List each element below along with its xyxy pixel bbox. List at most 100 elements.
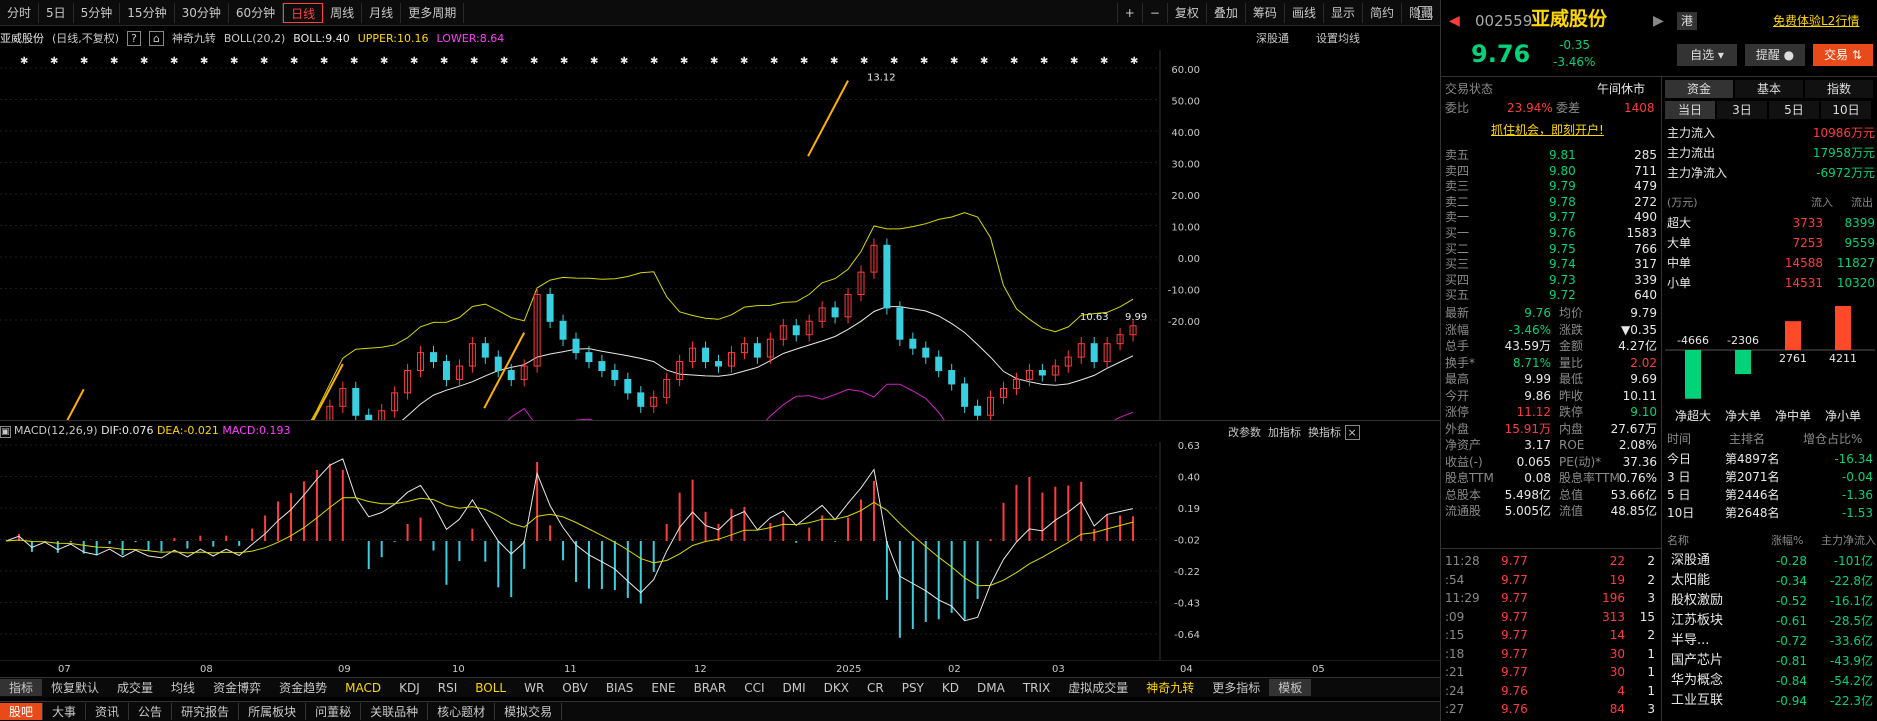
sector-name[interactable]: 半导...: [1671, 632, 1709, 650]
tool-button-5[interactable]: 画线: [1283, 3, 1323, 23]
alert-button[interactable]: 提醒 ●: [1745, 44, 1805, 66]
indicator-tab-0[interactable]: 指标: [0, 679, 43, 696]
info-tab-4[interactable]: 研究报告: [172, 703, 240, 720]
change-param-link[interactable]: 改参数: [1228, 426, 1261, 439]
indicator-tab-5[interactable]: 资金趋势: [270, 679, 336, 696]
indicator-label[interactable]: 神奇九转: [172, 32, 216, 45]
indicator-tab-22[interactable]: TRIX: [1014, 681, 1059, 695]
info-tab-1[interactable]: 大事: [43, 703, 87, 720]
indicator-tab-14[interactable]: BRAR: [685, 681, 736, 695]
period-tab-8[interactable]: 月线: [362, 2, 402, 23]
sector-name[interactable]: 华为概念: [1671, 672, 1723, 690]
period-tab-6[interactable]: 日线: [283, 2, 324, 23]
macd-tick: 0.63: [1178, 442, 1200, 452]
sector-name[interactable]: 太阳能: [1671, 572, 1710, 590]
info-tab-3[interactable]: 公告: [129, 703, 173, 720]
fund-subtab-0[interactable]: 当日: [1665, 101, 1715, 119]
fund-tab-1[interactable]: 基本: [1735, 80, 1803, 98]
info-tab-9[interactable]: 模拟交易: [495, 703, 563, 720]
indicator-tab-10[interactable]: WR: [515, 681, 553, 695]
indicator-tab-12[interactable]: BIAS: [597, 681, 643, 695]
indicator-tab-2[interactable]: 成交量: [108, 679, 162, 696]
indicator-tab-11[interactable]: OBV: [553, 681, 597, 695]
trade-button[interactable]: 交易 ⇅: [1813, 44, 1873, 66]
sector-name[interactable]: 江苏板块: [1671, 612, 1723, 630]
fund-tab-0[interactable]: 资金: [1665, 80, 1733, 98]
stat-label: 最新: [1445, 306, 1470, 320]
sector-name[interactable]: 工业互联: [1671, 692, 1723, 710]
indicator-tab-26[interactable]: 模板: [1269, 679, 1312, 696]
period-tab-3[interactable]: 15分钟: [120, 2, 175, 23]
tool-button-3[interactable]: 叠加: [1205, 3, 1245, 23]
fullscreen-icon[interactable]: [1418, 6, 1432, 20]
info-tab-7[interactable]: 关联品种: [361, 703, 429, 720]
sector-name[interactable]: 深股通: [1671, 552, 1710, 570]
indicator-tab-17[interactable]: DKX: [815, 681, 858, 695]
indicator-tab-24[interactable]: 神奇九转: [1137, 679, 1203, 696]
period-tab-7[interactable]: 周线: [323, 2, 363, 23]
sgt-link[interactable]: 深股通: [1256, 30, 1289, 46]
indicator-tab-6[interactable]: MACD: [336, 681, 390, 695]
indicator-tab-8[interactable]: RSI: [429, 681, 467, 695]
kline-chart[interactable]: 60.00 50.00 40.00 30.00 20.00 10.00 0.00 -10.00…: [0, 50, 1440, 420]
event-marker: ✱: [140, 56, 148, 67]
indicator-tab-7[interactable]: KDJ: [390, 681, 429, 695]
hk-badge[interactable]: 港: [1677, 12, 1697, 30]
period-tab-1[interactable]: 5日: [39, 2, 74, 23]
indicator-tab-25[interactable]: 更多指标: [1203, 679, 1269, 696]
tick-volume: 19: [1609, 572, 1625, 587]
close-icon[interactable]: ×: [1344, 425, 1360, 440]
period-tab-0[interactable]: 分时: [0, 2, 40, 23]
indicator-tab-18[interactable]: CR: [858, 681, 893, 695]
tool-button-0[interactable]: +: [1116, 3, 1142, 23]
switch-indicator-link[interactable]: 换指标: [1308, 426, 1341, 439]
ma-settings-link[interactable]: 设置均线: [1316, 30, 1360, 46]
event-marker: ✱: [680, 56, 688, 67]
fund-subtab-3[interactable]: 10日: [1821, 101, 1871, 119]
info-tab-8[interactable]: 核心题材: [428, 703, 496, 720]
period-tab-5[interactable]: 60分钟: [229, 2, 284, 23]
tool-button-2[interactable]: 复权: [1166, 3, 1206, 23]
indicator-tab-4[interactable]: 资金博弈: [204, 679, 270, 696]
indicator-tab-1[interactable]: 恢复默认: [42, 679, 108, 696]
next-stock-icon[interactable]: ▶: [1653, 12, 1664, 30]
add-indicator-link[interactable]: 加指标: [1268, 426, 1301, 439]
indicator-tab-13[interactable]: ENE: [642, 681, 684, 695]
lock-icon[interactable]: ⌂: [148, 31, 164, 46]
info-tab-0[interactable]: 股吧: [0, 703, 44, 720]
sector-name[interactable]: 国产芯片: [1671, 652, 1723, 670]
indicator-tab-20[interactable]: KD: [933, 681, 968, 695]
indicator-tab-15[interactable]: CCI: [735, 681, 773, 695]
tool-button-7[interactable]: 简约: [1361, 3, 1401, 23]
tool-button-6[interactable]: 显示: [1322, 3, 1362, 23]
fund-tab-2[interactable]: 指数: [1805, 80, 1873, 98]
fund-subtab-2[interactable]: 5日: [1769, 101, 1819, 119]
indicator-tab-23[interactable]: 虚拟成交量: [1059, 679, 1137, 696]
macd-chart[interactable]: 0.63 0.40 0.19 -0.02 -0.22 -0.43 -0.64: [0, 442, 1440, 660]
max-label: 13.12: [867, 73, 896, 84]
help-icon[interactable]: ?: [127, 31, 141, 46]
stat-value-2: 9.79: [1630, 306, 1657, 320]
period-tab-4[interactable]: 30分钟: [175, 2, 229, 23]
sector-name[interactable]: 股权激励: [1671, 592, 1723, 610]
watchlist-button[interactable]: 自选 ▾: [1677, 44, 1737, 66]
net-bar: [1685, 350, 1701, 399]
indicator-tab-19[interactable]: PSY: [893, 681, 933, 695]
promo-link[interactable]: 抓住机会，即刻开户!: [1491, 121, 1604, 139]
indicator-tab-9[interactable]: BOLL: [466, 681, 515, 695]
info-tab-5[interactable]: 所属板块: [239, 703, 307, 720]
fund-subtab-1[interactable]: 3日: [1717, 101, 1767, 119]
prev-stock-icon[interactable]: ◀: [1449, 12, 1460, 30]
period-tab-9[interactable]: 更多周期: [401, 2, 465, 23]
info-tab-6[interactable]: 问董秘: [306, 703, 362, 720]
indicator-tab-21[interactable]: DMA: [968, 681, 1014, 695]
free-l2-link[interactable]: 免费体验L2行情: [1773, 12, 1859, 30]
indicator-tab-3[interactable]: 均线: [162, 679, 204, 696]
time-axis[interactable]: 07 08 09 10 11 12 2025 02 03 04 05: [0, 660, 1440, 677]
period-tab-2[interactable]: 5分钟: [74, 2, 121, 23]
tick-count: 15: [1639, 609, 1655, 624]
info-tab-2[interactable]: 资讯: [86, 703, 130, 720]
tool-button-1[interactable]: −: [1141, 3, 1167, 23]
indicator-tab-16[interactable]: DMI: [774, 681, 815, 695]
tool-button-4[interactable]: 筹码: [1244, 3, 1284, 23]
